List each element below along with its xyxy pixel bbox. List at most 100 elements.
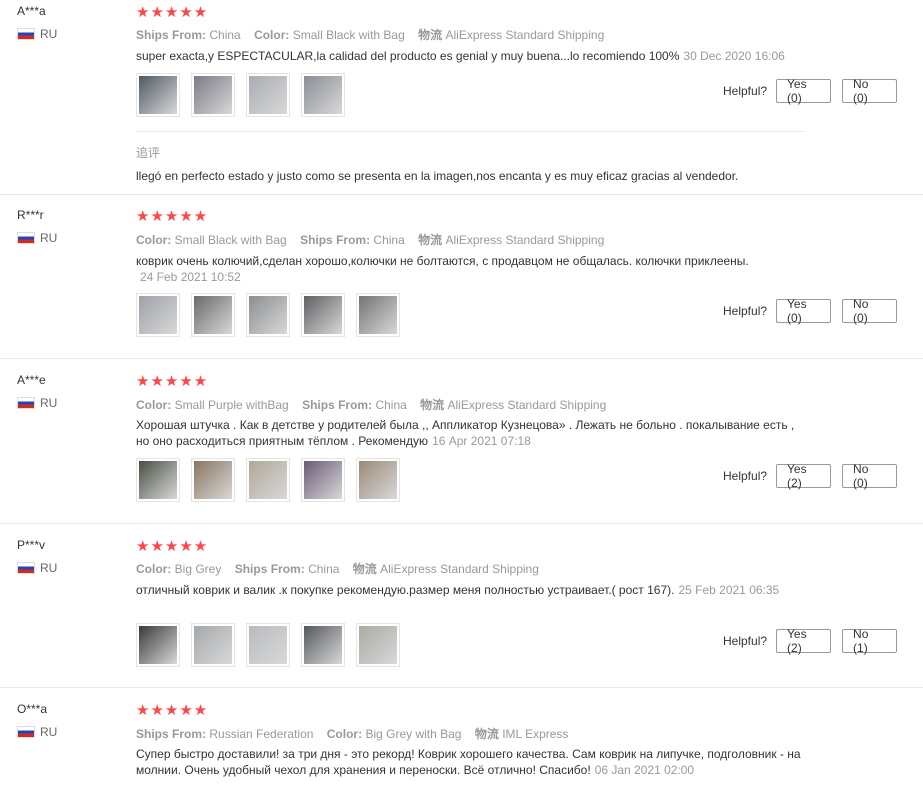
- helpful-label: Helpful?: [723, 634, 768, 648]
- review-date: 24 Feb 2021 10:52: [140, 270, 241, 284]
- review-date: 30 Dec 2020 16:06: [683, 49, 785, 63]
- country-code: RU: [40, 725, 58, 739]
- photo-swatch: [194, 626, 232, 664]
- russia-flag-icon: [17, 28, 35, 40]
- helpful-label: Helpful?: [723, 304, 768, 318]
- review-photo[interactable]: [191, 293, 235, 337]
- photo-swatch: [359, 296, 397, 334]
- review-photo[interactable]: [301, 73, 345, 117]
- review-photo[interactable]: [356, 458, 400, 502]
- helpful-yes-button[interactable]: Yes (0): [776, 77, 832, 105]
- photo-swatch: [359, 626, 397, 664]
- reviewer-country: RU: [17, 396, 57, 410]
- photo-swatch: [139, 76, 177, 114]
- review-photo[interactable]: [356, 293, 400, 337]
- photo-swatch: [249, 76, 287, 114]
- review-date: 25 Feb 2021 06:35: [678, 583, 780, 597]
- country-code: RU: [40, 231, 58, 245]
- helpful-yes-button[interactable]: Yes (2): [776, 462, 832, 490]
- reviewer-name: P***v: [17, 538, 46, 552]
- country-code: RU: [40, 561, 58, 575]
- review-photo[interactable]: [191, 73, 235, 117]
- helpful-voting: Helpful? Yes (0) No (0): [723, 77, 898, 105]
- review-attributes: Color: Big Grey Ships From: China 物流 Ali…: [136, 562, 539, 576]
- review-item: O***a RU ★★★★★ Ships From: Russian Feder…: [0, 688, 923, 800]
- photo-swatch: [249, 626, 287, 664]
- followup-label: 追评: [136, 146, 161, 160]
- helpful-yes-button[interactable]: Yes (0): [776, 297, 832, 325]
- reviewer-country: RU: [17, 231, 57, 245]
- review-item: A***e RU ★★★★★ Color: Small Purple withB…: [0, 359, 923, 524]
- review-photo[interactable]: [246, 623, 290, 667]
- reviewer-name: R***r: [17, 208, 44, 222]
- review-text: Хорошая штучка . Как в детстве у родител…: [136, 418, 795, 448]
- review-item: A***a RU ★★★★★ Ships From: China Color: …: [0, 0, 923, 195]
- review-photo[interactable]: [246, 458, 290, 502]
- review-item: R***r RU ★★★★★ Color: Small Black with B…: [0, 195, 923, 359]
- review-photos: [136, 293, 400, 337]
- review-text: коврик очень колючий,сделан хорошо,колюч…: [136, 254, 749, 284]
- helpful-yes-button[interactable]: Yes (2): [776, 627, 832, 655]
- photo-swatch: [139, 461, 177, 499]
- review-photo[interactable]: [136, 293, 180, 337]
- photo-swatch: [304, 461, 342, 499]
- photo-swatch: [194, 76, 232, 114]
- russia-flag-icon: [17, 397, 35, 409]
- review-attributes: Color: Small Purple withBag Ships From: …: [136, 398, 607, 412]
- rating-stars: ★★★★★: [136, 702, 209, 719]
- photo-swatch: [139, 296, 177, 334]
- photo-swatch: [194, 461, 232, 499]
- review-date: 16 Apr 2021 07:18: [432, 434, 531, 448]
- photo-swatch: [304, 76, 342, 114]
- review-photo[interactable]: [301, 458, 345, 502]
- russia-flag-icon: [17, 562, 35, 574]
- country-code: RU: [40, 27, 58, 41]
- review-photos: [136, 73, 345, 117]
- helpful-label: Helpful?: [723, 469, 768, 483]
- review-text: отличный коврик и валик .к покупке реком…: [136, 583, 780, 597]
- rating-stars: ★★★★★: [136, 208, 209, 225]
- rating-stars: ★★★★★: [136, 538, 209, 555]
- reviewer-country: RU: [17, 27, 57, 41]
- reviewer-name: A***a: [17, 4, 46, 18]
- review-text: super exacta,y ESPECTACULAR,la calidad d…: [136, 49, 785, 63]
- rating-stars: ★★★★★: [136, 4, 209, 21]
- review-photo[interactable]: [356, 623, 400, 667]
- review-photo[interactable]: [136, 458, 180, 502]
- review-photo[interactable]: [191, 458, 235, 502]
- helpful-voting: Helpful? Yes (2) No (1): [723, 627, 898, 655]
- reviewer-name: A***e: [17, 373, 46, 387]
- helpful-no-button[interactable]: No (1): [842, 627, 898, 655]
- helpful-no-button[interactable]: No (0): [842, 297, 898, 325]
- review-photo[interactable]: [301, 293, 345, 337]
- review-text: Супер быстро доставили! за три дня - это…: [136, 747, 801, 777]
- review-photo[interactable]: [136, 73, 180, 117]
- review-photo[interactable]: [136, 623, 180, 667]
- russia-flag-icon: [17, 232, 35, 244]
- helpful-no-button[interactable]: No (0): [842, 462, 898, 490]
- review-attributes: Ships From: Russian Federation Color: Bi…: [136, 727, 569, 741]
- review-photos: [136, 623, 400, 667]
- russia-flag-icon: [17, 726, 35, 738]
- reviewer-country: RU: [17, 561, 57, 575]
- review-photo[interactable]: [191, 623, 235, 667]
- country-code: RU: [40, 396, 58, 410]
- photo-swatch: [249, 296, 287, 334]
- photo-swatch: [359, 461, 397, 499]
- photo-swatch: [194, 296, 232, 334]
- helpful-voting: Helpful? Yes (0) No (0): [723, 297, 898, 325]
- photo-swatch: [139, 626, 177, 664]
- review-photo[interactable]: [246, 293, 290, 337]
- photo-swatch: [304, 296, 342, 334]
- helpful-no-button[interactable]: No (0): [842, 77, 898, 105]
- review-date: 06 Jan 2021 02:00: [594, 763, 695, 777]
- followup-divider: [136, 131, 804, 132]
- review-photo[interactable]: [246, 73, 290, 117]
- review-item: P***v RU ★★★★★ Color: Big Grey Ships Fro…: [0, 524, 923, 688]
- reviewer-country: RU: [17, 725, 57, 739]
- review-attributes: Ships From: China Color: Small Black wit…: [136, 28, 605, 42]
- review-attributes: Color: Small Black with Bag Ships From: …: [136, 233, 605, 247]
- helpful-label: Helpful?: [723, 84, 768, 98]
- reviewer-name: O***a: [17, 702, 48, 716]
- review-photo[interactable]: [301, 623, 345, 667]
